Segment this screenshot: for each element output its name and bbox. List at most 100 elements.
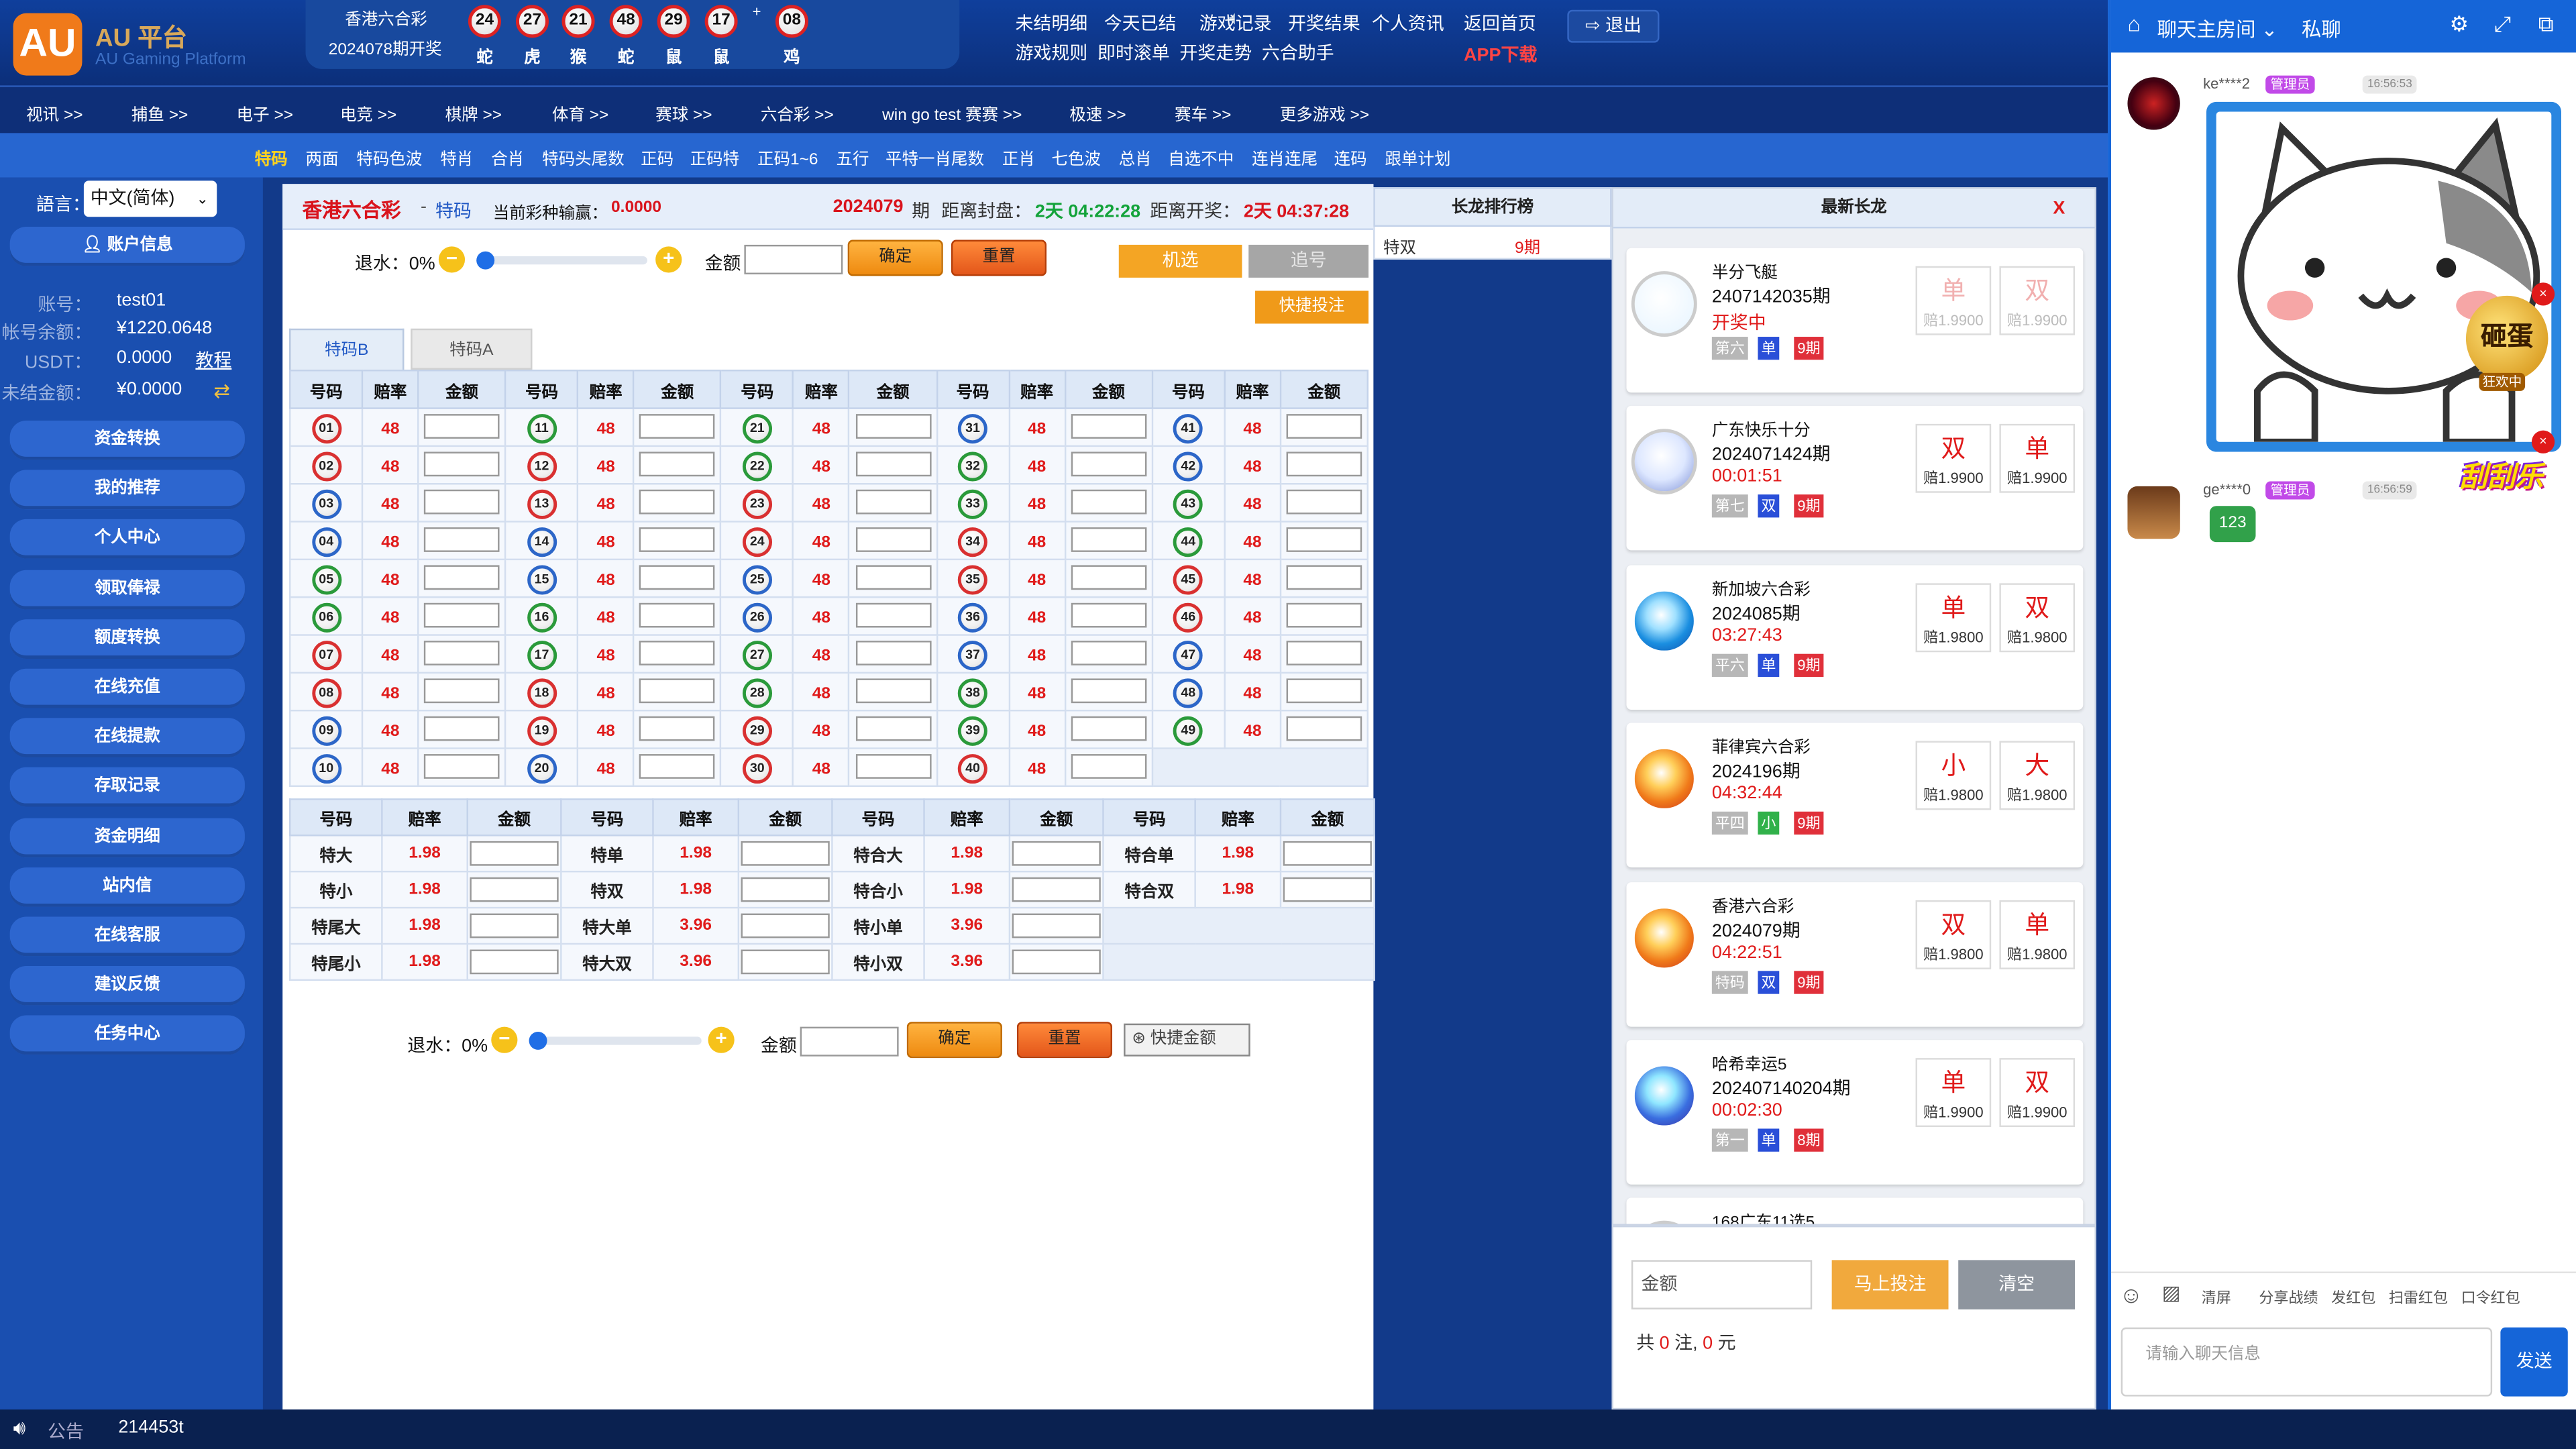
bet-amount-input[interactable]: [855, 679, 931, 704]
bet-amount-input[interactable]: [470, 913, 559, 938]
avatar[interactable]: [2127, 486, 2180, 539]
bet-option-name[interactable]: 特合大: [831, 835, 925, 873]
number-cell[interactable]: 16: [504, 596, 579, 636]
category-nav-item[interactable]: 捕鱼 >>: [131, 100, 188, 125]
bottom-reset-button[interactable]: 重置: [1016, 1022, 1112, 1059]
bet-amount-input[interactable]: [855, 414, 931, 439]
number-ball[interactable]: 19: [527, 716, 557, 746]
number-cell[interactable]: 26: [720, 596, 794, 636]
number-ball[interactable]: 12: [527, 451, 557, 482]
number-cell[interactable]: 25: [720, 558, 794, 598]
number-ball[interactable]: 07: [311, 641, 341, 671]
play-type-item[interactable]: 两面: [306, 145, 339, 169]
nav-app-download[interactable]: APP下载: [1464, 41, 1537, 67]
bet-amount-input[interactable]: [855, 527, 931, 553]
category-nav-item[interactable]: win go test 赛赛 >>: [882, 100, 1022, 125]
bet-amount-input[interactable]: [1071, 641, 1146, 666]
bet-amount-input[interactable]: [424, 452, 500, 477]
clear-button[interactable]: 清空: [1958, 1260, 2076, 1309]
nav-rules[interactable]: 游戏规则: [1015, 40, 1087, 66]
play-type-item[interactable]: 正码: [641, 145, 674, 169]
number-cell[interactable]: 27: [720, 634, 794, 674]
sidebar-menu-item[interactable]: 资金转换: [9, 420, 245, 460]
number-cell[interactable]: 38: [935, 672, 1010, 712]
sidebar-menu-item[interactable]: 任务中心: [9, 1016, 245, 1056]
number-cell[interactable]: 35: [935, 558, 1010, 598]
play-type-item[interactable]: 特码色波: [356, 145, 422, 169]
play-type-item[interactable]: 七色波: [1051, 145, 1100, 169]
bottom-rebate-increase-button[interactable]: +: [708, 1026, 735, 1053]
number-cell[interactable]: 40: [935, 747, 1010, 788]
bottom-amount-input[interactable]: [800, 1026, 899, 1057]
bottom-rebate-slider-handle[interactable]: [529, 1031, 547, 1050]
bet-amount-input[interactable]: [741, 877, 830, 902]
dragon-card[interactable]: 168广东11选5: [1626, 1198, 2084, 1224]
bet-amount-input[interactable]: [1286, 566, 1362, 590]
number-ball[interactable]: 33: [957, 489, 988, 519]
dragon-card[interactable]: 广东快乐十分 2024071424期 00:01:51 第七双 9期双赔1.9900 单赔…: [1626, 406, 2084, 551]
number-ball[interactable]: 37: [957, 641, 988, 671]
sidebar-menu-item[interactable]: 建议反馈: [9, 966, 245, 1006]
chat-tool-item[interactable]: 扫雷红包: [2389, 1287, 2448, 1308]
number-cell[interactable]: 12: [504, 445, 579, 485]
amount-input[interactable]: [744, 244, 843, 274]
dragon-card[interactable]: 菲律宾六合彩 2024196期 04:32:44 平四小 9期小赔1.9800 大赔1.9…: [1626, 723, 2084, 868]
tab-tema-a[interactable]: 特码A: [411, 328, 533, 370]
bet-amount-input[interactable]: [1012, 841, 1101, 866]
number-cell[interactable]: 14: [504, 521, 579, 561]
number-cell[interactable]: 29: [720, 709, 794, 749]
bet-amount-input[interactable]: [639, 527, 716, 553]
number-ball[interactable]: 36: [957, 602, 988, 633]
bet-amount-input[interactable]: [1071, 490, 1146, 515]
number-cell[interactable]: 05: [289, 558, 364, 598]
chat-input[interactable]: 请输入聊天信息: [2121, 1327, 2493, 1397]
category-nav-item[interactable]: 赛车 >>: [1175, 100, 1231, 125]
sidebar-menu-item[interactable]: 我的推荐: [9, 470, 245, 510]
bet-amount-input[interactable]: [855, 490, 931, 515]
category-nav-item[interactable]: 赛球 >>: [655, 100, 712, 125]
bet-amount-input[interactable]: [1071, 716, 1146, 742]
dragon-card[interactable]: 新加坡六合彩 2024085期 03:27:43 平六单 9期单赔1.9800 双赔1.9…: [1626, 564, 2084, 710]
smash-egg-promo[interactable]: 砸蛋: [2465, 295, 2548, 382]
category-nav-item[interactable]: 更多游戏 >>: [1280, 100, 1369, 125]
dragon-bet-option[interactable]: 小赔1.9800: [1915, 741, 1992, 810]
bet-option-name[interactable]: 特合单: [1102, 835, 1196, 873]
number-cell[interactable]: 02: [289, 445, 364, 485]
bet-amount-input[interactable]: [424, 603, 500, 629]
random-pick-button[interactable]: 机选: [1118, 244, 1242, 278]
number-cell[interactable]: 30: [720, 747, 794, 788]
bottom-rebate-decrease-button[interactable]: −: [491, 1026, 518, 1053]
bet-option-name[interactable]: 特大双: [560, 943, 654, 981]
number-cell[interactable]: 18: [504, 672, 579, 712]
number-cell[interactable]: 34: [935, 521, 1010, 561]
bet-amount-input[interactable]: [639, 603, 716, 629]
number-cell[interactable]: 15: [504, 558, 579, 598]
number-ball[interactable]: 01: [311, 414, 341, 444]
sidebar-menu-item[interactable]: 额度转换: [9, 619, 245, 659]
bet-amount-input[interactable]: [1286, 716, 1362, 742]
language-select[interactable]: 中文(简体) ⌄: [83, 180, 217, 217]
bet-option-name[interactable]: 特小双: [831, 943, 925, 981]
bet-amount-input[interactable]: [855, 452, 931, 477]
number-cell[interactable]: 13: [504, 483, 579, 523]
dragon-card[interactable]: 香港六合彩 2024079期 04:22:51 特码双 9期双赔1.9800 单赔1.98…: [1626, 881, 2084, 1026]
bet-amount-input[interactable]: [639, 566, 716, 590]
nav-live-scroll[interactable]: 即时滚单: [1097, 40, 1170, 66]
play-type-item[interactable]: 正码1~6: [757, 145, 818, 169]
bet-amount-input[interactable]: [741, 841, 830, 866]
dragon-bet-option[interactable]: 双赔1.9900: [1999, 1058, 2076, 1128]
number-cell[interactable]: 17: [504, 634, 579, 674]
number-ball[interactable]: 22: [742, 451, 772, 482]
bet-amount-input[interactable]: [741, 949, 830, 975]
chat-tool-item[interactable]: 清屏: [2202, 1287, 2231, 1308]
number-ball[interactable]: 35: [957, 565, 988, 595]
bet-amount-input[interactable]: [855, 641, 931, 666]
number-cell[interactable]: 21: [720, 407, 794, 447]
bet-amount-input[interactable]: [1283, 877, 1372, 902]
nav-unsettled[interactable]: 未结明细: [1015, 10, 1087, 36]
number-cell[interactable]: 37: [935, 634, 1010, 674]
nav-settled-today[interactable]: 今天已结: [1104, 10, 1177, 36]
number-cell[interactable]: 42: [1151, 445, 1226, 485]
confirm-button[interactable]: 确定: [847, 239, 943, 276]
user-settings-icon[interactable]: ⚙︎: [2449, 11, 2469, 38]
